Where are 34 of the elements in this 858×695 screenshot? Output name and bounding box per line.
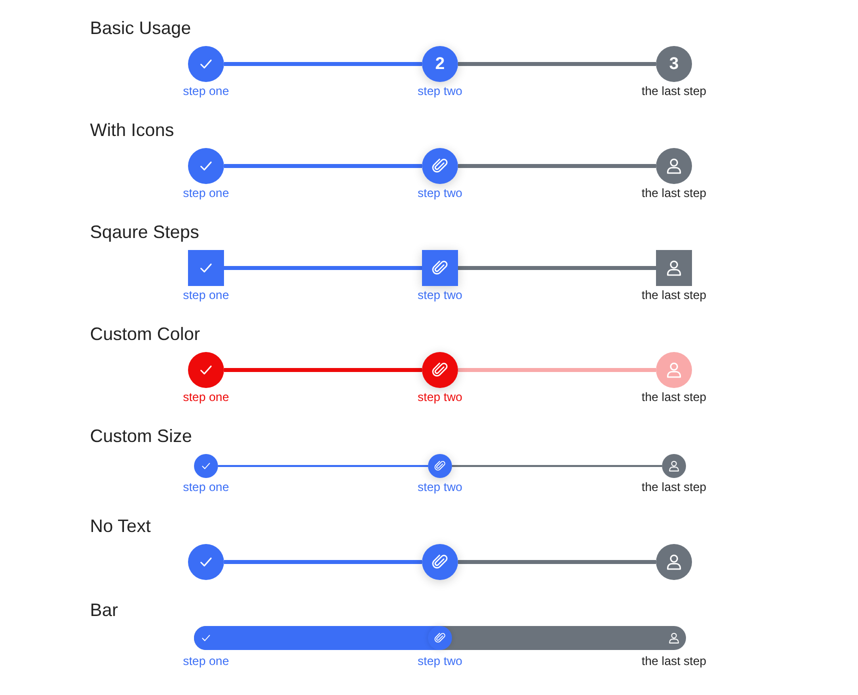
- step-node: 2: [422, 46, 458, 82]
- step-label: step two: [416, 654, 464, 668]
- paperclip-icon: [433, 459, 447, 473]
- section-heading: Custom Size: [89, 425, 194, 448]
- step-label: the last step: [640, 390, 708, 404]
- step-label: step two: [416, 186, 464, 200]
- section-heading: Bar: [89, 599, 120, 622]
- step-label: the last step: [640, 480, 708, 494]
- person-icon: [664, 360, 684, 380]
- person-icon: [667, 459, 681, 473]
- section-heading: Sqaure Steps: [89, 221, 200, 244]
- step-label: the last step: [640, 186, 708, 200]
- step-label: the last step: [640, 288, 708, 302]
- person-icon: [664, 552, 684, 572]
- section-heading: Basic Usage: [89, 17, 192, 40]
- step-label: step two: [416, 480, 464, 494]
- step-label: step one: [182, 390, 230, 404]
- section-heading: Custom Color: [89, 323, 202, 346]
- person-icon: [664, 258, 684, 278]
- step-node: 3: [656, 46, 692, 82]
- step-label: step two: [416, 288, 464, 302]
- step-label: step one: [182, 480, 230, 494]
- step-label: step one: [182, 288, 230, 302]
- step-label: step two: [416, 390, 464, 404]
- section-heading: With Icons: [89, 119, 176, 142]
- step-label: step one: [182, 654, 230, 668]
- section-heading: No Text: [89, 515, 152, 538]
- step-label: step one: [182, 84, 230, 98]
- paperclip-icon: [433, 631, 447, 645]
- person-icon: [664, 156, 684, 176]
- step-label: the last step: [640, 84, 708, 98]
- step-label: the last step: [640, 654, 708, 668]
- step-label: step two: [416, 84, 464, 98]
- step-label: step one: [182, 186, 230, 200]
